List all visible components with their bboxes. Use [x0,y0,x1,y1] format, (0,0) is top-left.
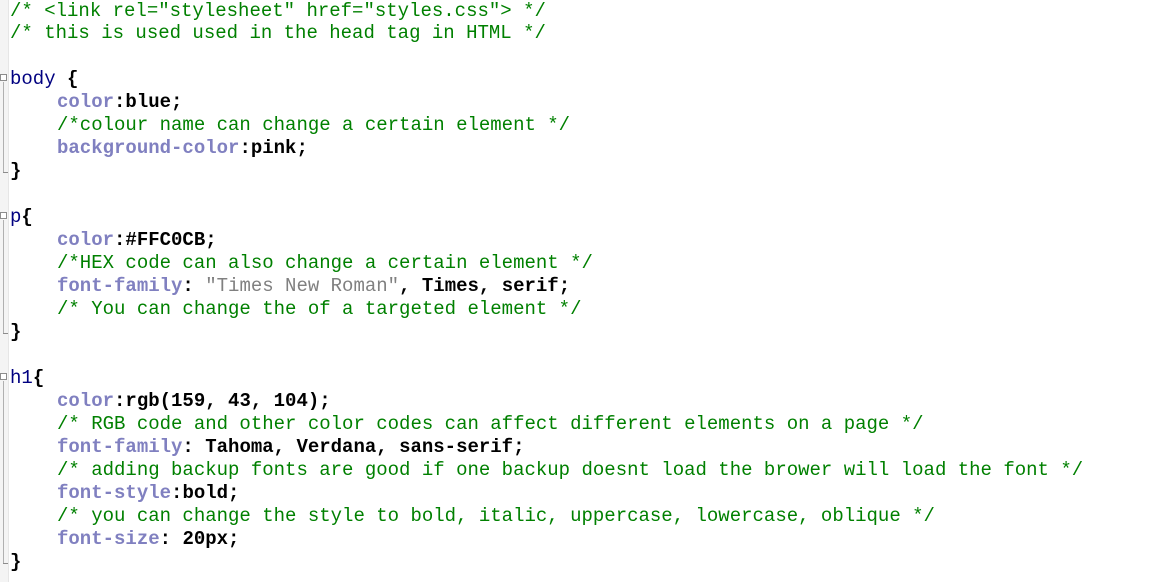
comma: , [399,275,422,297]
value: rgb(159, 43, 104) [125,390,320,412]
comment: /*colour name can change a certain eleme… [57,114,571,136]
fold-line-h1 [3,381,4,563]
close-brace: } [10,160,22,182]
string-value: "Times New Roman" [205,275,400,297]
semicolon: ; [228,482,240,504]
value: #FFC0CB [125,229,206,251]
property: font-style [57,482,172,504]
value: pink [250,137,297,159]
fold-toggle-h1[interactable] [0,373,7,380]
semicolon: ; [558,275,571,297]
property: color [57,229,115,251]
comment: /* you can change the style to bold, ita… [57,505,935,527]
comment: /* this is used used in the head tag in … [10,22,546,44]
code-line: } [10,551,21,574]
fold-end-h1 [3,563,8,564]
code-line: background-color:pink; [57,137,308,160]
close-brace: } [10,551,22,573]
code-editor[interactable]: /* <link rel="stylesheet" href="styles.c… [0,0,1173,582]
comment: /*HEX code can also change a certain ele… [57,252,593,274]
open-brace: { [21,206,33,228]
semicolon: ; [296,137,308,159]
comment: /* RGB code and other color codes can af… [57,413,924,435]
comment: /* You can change the of a targeted elem… [57,298,582,320]
code-line: body { [10,68,78,91]
code-line: font-family: Tahoma, Verdana, sans-serif… [57,436,525,459]
property: font-family [57,436,183,458]
code-line: /* you can change the style to bold, ita… [57,505,935,528]
property: background-color [57,137,240,159]
property: font-family [57,275,183,297]
code-line: color:#FFC0CB; [57,229,217,252]
code-line: color:blue; [57,91,182,114]
fold-end-body [3,172,8,173]
property: font-size [57,528,160,550]
fold-toggle-p[interactable] [0,212,7,219]
colon: : [114,229,126,251]
code-line: h1{ [10,367,44,390]
colon: : [114,91,126,113]
colon: : [182,275,206,297]
colon: : [114,390,126,412]
code-line: /*colour name can change a certain eleme… [57,114,570,137]
code-line: font-size: 20px; [57,528,239,551]
value: Times, serif [421,275,559,297]
property: color [57,390,115,412]
selector-body: body [10,68,56,90]
code-line: } [10,160,21,183]
fold-line-p [3,220,4,333]
property: color [57,91,115,113]
colon: : [182,436,206,458]
code-line: } [10,321,21,344]
value: blue [125,91,172,113]
code-line: p{ [10,206,33,229]
value: Tahoma, Verdana, sans-serif [205,436,514,458]
colon: : [171,482,183,504]
code-line: color:rgb(159, 43, 104); [57,390,331,413]
comment: /* adding backup fonts are good if one b… [57,459,1084,481]
value: bold [182,482,229,504]
code-line: /* <link rel="stylesheet" href="styles.c… [10,0,546,23]
code-line: /* this is used used in the head tag in … [10,22,546,45]
code-line: /* You can change the of a targeted elem… [57,298,582,321]
selector-h1: h1 [10,367,33,389]
code-line: font-style:bold; [57,482,239,505]
open-brace: { [55,68,79,90]
semicolon: ; [205,229,217,251]
comment: /* <link rel="stylesheet" href="styles.c… [10,0,546,22]
semicolon: ; [319,390,331,412]
semicolon: ; [513,436,525,458]
semicolon: ; [228,528,240,550]
code-line: font-family: "Times New Roman", Times, s… [57,275,570,298]
fold-gutter [0,0,9,582]
close-brace: } [10,321,22,343]
code-line: /* RGB code and other color codes can af… [57,413,924,436]
colon: : [159,528,183,550]
code-line: /* adding backup fonts are good if one b… [57,459,1083,482]
code-line: /*HEX code can also change a certain ele… [57,252,593,275]
value: 20px [182,528,229,550]
fold-toggle-body[interactable] [0,74,7,81]
selector-p: p [10,206,22,228]
colon: : [239,137,251,159]
fold-line-body [3,82,4,172]
semicolon: ; [171,91,183,113]
fold-end-p [3,333,8,334]
open-brace: { [32,367,45,389]
